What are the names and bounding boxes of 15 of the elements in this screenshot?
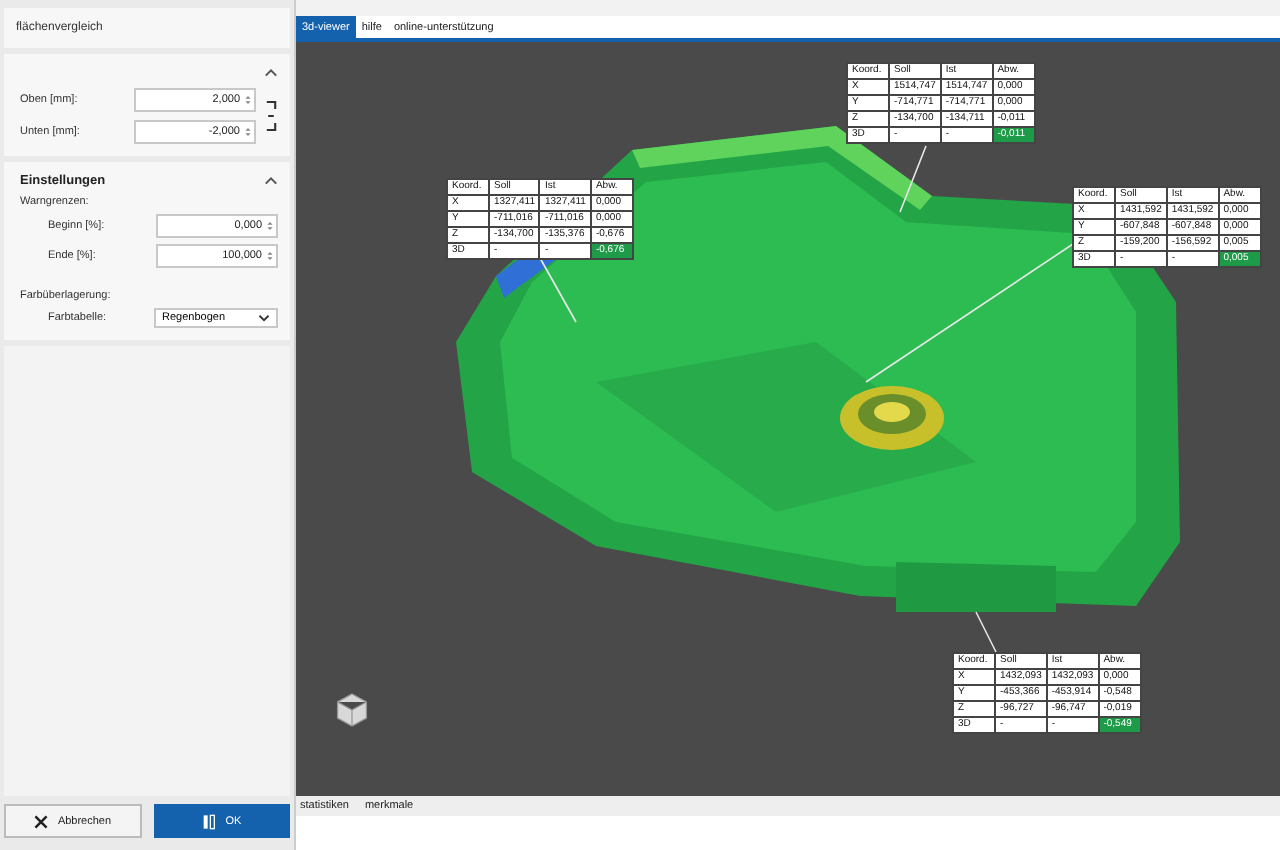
- chevron-down-icon[interactable]: [258, 314, 270, 322]
- close-icon: [33, 813, 48, 829]
- bars-icon: [201, 813, 216, 829]
- spinner-arrows-icon[interactable]: [266, 220, 274, 232]
- chevron-up-icon[interactable]: [264, 175, 278, 185]
- 3d-viewport[interactable]: [296, 42, 1280, 796]
- leader-line: [539, 257, 577, 323]
- leader-line: [975, 611, 997, 653]
- leader-line: [899, 145, 927, 213]
- chevron-up-icon[interactable]: [264, 67, 278, 77]
- spinner-arrows-icon[interactable]: [266, 250, 274, 262]
- link-bracket-icon[interactable]: [264, 98, 278, 134]
- spinner-arrows-icon[interactable]: [244, 94, 252, 106]
- spinner-arrows-icon[interactable]: [244, 126, 252, 138]
- view-cube-icon[interactable]: [336, 692, 368, 728]
